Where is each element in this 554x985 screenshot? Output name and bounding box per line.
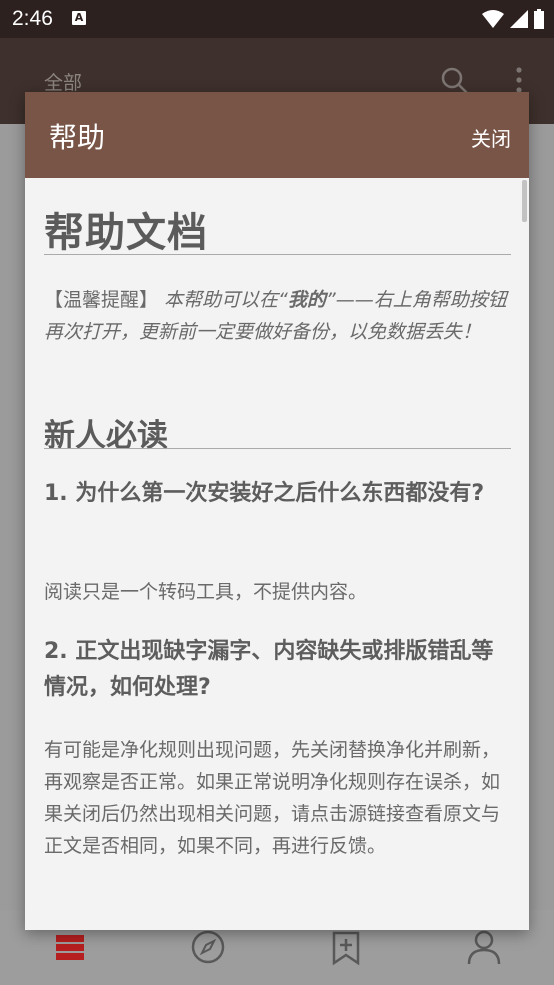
notice-bold-text: 我的: [287, 289, 326, 311]
signal-icon: [510, 10, 528, 28]
status-icons: [482, 9, 544, 29]
profile-icon[interactable]: [464, 927, 504, 967]
explore-icon[interactable]: [188, 927, 228, 967]
question-2: 2. 正文出现缺字漏字、内容缺失或排版错乱等情况，如何处理?: [44, 639, 494, 700]
dialog-title: 帮助: [49, 121, 106, 154]
answer-2: 有可能是净化规则出现问题，先关闭替换净化并刷新，再观察是否正常。如果正常说明净化…: [44, 739, 501, 857]
app-bar-title[interactable]: 全部: [44, 68, 82, 95]
notice-prefix: 【温馨提醒】: [44, 289, 159, 311]
bookshelf-icon[interactable]: [50, 927, 90, 967]
section-divider: [44, 448, 511, 449]
scrollbar[interactable]: [522, 180, 527, 222]
battery-icon: [534, 9, 544, 29]
notice-text-1: 本帮助可以在“: [158, 289, 288, 311]
notification-a-icon: A: [72, 11, 86, 25]
status-bar: 2:46 A: [0, 0, 554, 38]
close-button[interactable]: 关闭: [471, 123, 511, 152]
heading-divider: [44, 254, 511, 255]
dialog-body[interactable]: 帮助文档 【温馨提醒】 本帮助可以在“我的”——右上角帮助按钮再次打开，更新前一…: [25, 178, 529, 930]
question-1: 1. 为什么第一次安装好之后什么东西都没有?: [44, 481, 485, 506]
answer-1: 阅读只是一个转码工具，不提供内容。: [44, 581, 368, 603]
help-dialog: 帮助 关闭 帮助文档 【温馨提醒】 本帮助可以在“我的”——右上角帮助按钮再次打…: [25, 92, 529, 930]
rss-bookmark-icon[interactable]: [326, 927, 366, 967]
dialog-header: 帮助 关闭: [25, 92, 529, 178]
doc-heading: 帮助文档: [44, 210, 208, 256]
status-time: 2:46: [12, 7, 53, 30]
wifi-icon: [482, 10, 504, 28]
notice-paragraph: 【温馨提醒】 本帮助可以在“我的”——右上角帮助按钮再次打开，更新前一定要做好备…: [44, 284, 511, 348]
